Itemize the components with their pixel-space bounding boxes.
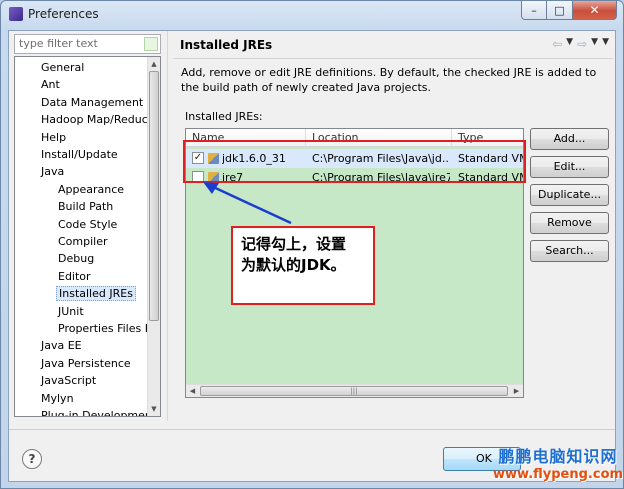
- tree-item[interactable]: Java: [39, 163, 66, 180]
- annotation-line-1: 记得勾上，设置: [241, 235, 347, 253]
- close-button[interactable]: ✕: [573, 1, 617, 20]
- tree-item-label: Plug-in Development: [41, 409, 148, 416]
- tree-item[interactable]: Java Persistence: [39, 355, 133, 372]
- tree-item-label: Editor: [58, 269, 91, 283]
- tree-vertical-scrollbar[interactable]: ▲ ▼: [147, 57, 160, 416]
- filter-input[interactable]: type filter text: [14, 34, 161, 54]
- tree-item[interactable]: Appearance: [56, 181, 126, 198]
- tree-item-label: Installed JREs: [56, 286, 136, 302]
- tree-item-label: Code Style: [58, 217, 118, 231]
- scroll-down-icon[interactable]: ▼: [148, 402, 160, 416]
- tree-item[interactable]: Editor: [56, 268, 93, 285]
- annotation-line-2: 为默认的JDK。: [241, 256, 346, 274]
- edit-button[interactable]: Edit...: [530, 156, 609, 178]
- tree-item[interactable]: Compiler: [56, 233, 110, 250]
- filter-placeholder: type filter text: [19, 37, 98, 50]
- scroll-left-icon[interactable]: ◀: [186, 385, 199, 397]
- tree-item-label: Debug: [58, 252, 95, 266]
- scroll-up-icon[interactable]: ▲: [148, 57, 160, 71]
- back-menu-chevron-icon[interactable]: ▼: [566, 37, 573, 51]
- scroll-thumb[interactable]: [149, 71, 159, 321]
- window-controls: – □ ✕: [521, 1, 617, 20]
- installed-jres-label: Installed JREs:: [185, 110, 263, 123]
- view-menu-chevron-icon[interactable]: ▼: [602, 37, 609, 51]
- tree-item[interactable]: Mylyn: [39, 390, 76, 407]
- tree-item[interactable]: JUnit: [56, 303, 86, 320]
- tree-item[interactable]: Installed JREs: [56, 285, 136, 302]
- tree-item[interactable]: Help: [39, 129, 68, 146]
- tree-item[interactable]: Build Path: [56, 198, 115, 215]
- window-title: Preferences: [28, 7, 99, 21]
- help-icon[interactable]: ?: [22, 449, 42, 469]
- tree-item-label: Java: [41, 165, 65, 179]
- title-separator: [173, 58, 613, 59]
- tree-item-label: Java EE: [41, 339, 82, 353]
- tree-item-label: General: [41, 61, 85, 74]
- tree-item-label: Appearance: [58, 182, 125, 196]
- tree-item-label: Ant: [41, 78, 60, 92]
- search-button[interactable]: Search...: [530, 240, 609, 262]
- tree-item-label: Install/Update: [41, 148, 118, 161]
- tree-item[interactable]: Properties Files Ed: [56, 320, 148, 337]
- tree-item-label: Hadoop Map/Reduce: [41, 113, 148, 127]
- forward-arrow-icon[interactable]: ⇨: [577, 37, 587, 51]
- preferences-window: Preferences – □ ✕ type filter text Gener…: [0, 0, 624, 489]
- tree-item[interactable]: Code Style: [56, 216, 119, 233]
- page-navigation: ⇦ ▼ ⇨ ▼ ▼: [552, 37, 609, 51]
- clear-filter-icon[interactable]: [144, 37, 158, 51]
- dialog-client-area: type filter text General Ant Data Manageme…: [8, 30, 616, 482]
- add-button[interactable]: Add...: [530, 128, 609, 150]
- highlight-box: [183, 140, 526, 183]
- forward-menu-chevron-icon[interactable]: ▼: [591, 37, 598, 51]
- pane-divider[interactable]: [167, 31, 168, 421]
- annotation-callout: 记得勾上，设置 为默认的JDK。: [231, 226, 375, 305]
- tree-item[interactable]: JavaScript: [39, 372, 98, 389]
- tree-item[interactable]: Hadoop Map/Reduce: [39, 111, 148, 128]
- preference-tree[interactable]: General Ant Data Management Hadoop Map/Redu…: [14, 56, 161, 417]
- scroll-right-icon[interactable]: ▶: [510, 385, 523, 397]
- tree-item-label: JavaScript: [41, 374, 97, 388]
- tree-item[interactable]: Data Management: [39, 94, 145, 111]
- tree-item[interactable]: Plug-in Development: [39, 407, 148, 416]
- back-arrow-icon[interactable]: ⇦: [552, 37, 562, 51]
- tree-item[interactable]: Install/Update: [39, 146, 120, 163]
- table-horizontal-scrollbar[interactable]: ◀ ||| ▶: [186, 384, 523, 397]
- page-title: Installed JREs: [180, 38, 273, 52]
- maximize-button[interactable]: □: [547, 1, 573, 20]
- tree-item-label: Data Management: [41, 95, 144, 109]
- tree-items: General Ant Data Management Hadoop Map/Redu…: [15, 57, 148, 416]
- tree-item-label: Java Persistence: [41, 356, 131, 370]
- tree-item-label: JUnit: [58, 304, 84, 318]
- tree-item-label: Properties Files Ed: [58, 322, 148, 335]
- tree-item-label: Help: [41, 130, 67, 144]
- page-description: Add, remove or edit JRE definitions. By …: [181, 66, 597, 94]
- watermark: 鹏鹏电脑知识网 www.flypeng.com: [493, 443, 623, 482]
- watermark-title: 鹏鹏电脑知识网: [498, 447, 618, 466]
- arrow-shaft: [208, 183, 292, 225]
- watermark-url: www.flypeng.com: [493, 467, 624, 482]
- title-bar[interactable]: Preferences – □ ✕: [1, 1, 623, 29]
- tree-item[interactable]: Ant: [39, 76, 62, 93]
- footer-separator: [9, 429, 615, 430]
- eclipse-app-icon: [9, 7, 23, 21]
- tree-item[interactable]: Java EE: [39, 337, 84, 354]
- minimize-button[interactable]: –: [521, 1, 547, 20]
- hscroll-thumb[interactable]: |||: [200, 386, 508, 396]
- remove-button[interactable]: Remove: [530, 212, 609, 234]
- tree-item[interactable]: General: [39, 59, 86, 76]
- duplicate-button[interactable]: Duplicate...: [530, 184, 609, 206]
- tree-item-label: Mylyn: [41, 391, 74, 405]
- tree-item-label: Compiler: [58, 235, 108, 248]
- tree-item[interactable]: Debug: [56, 250, 96, 267]
- tree-item-label: Build Path: [58, 200, 114, 214]
